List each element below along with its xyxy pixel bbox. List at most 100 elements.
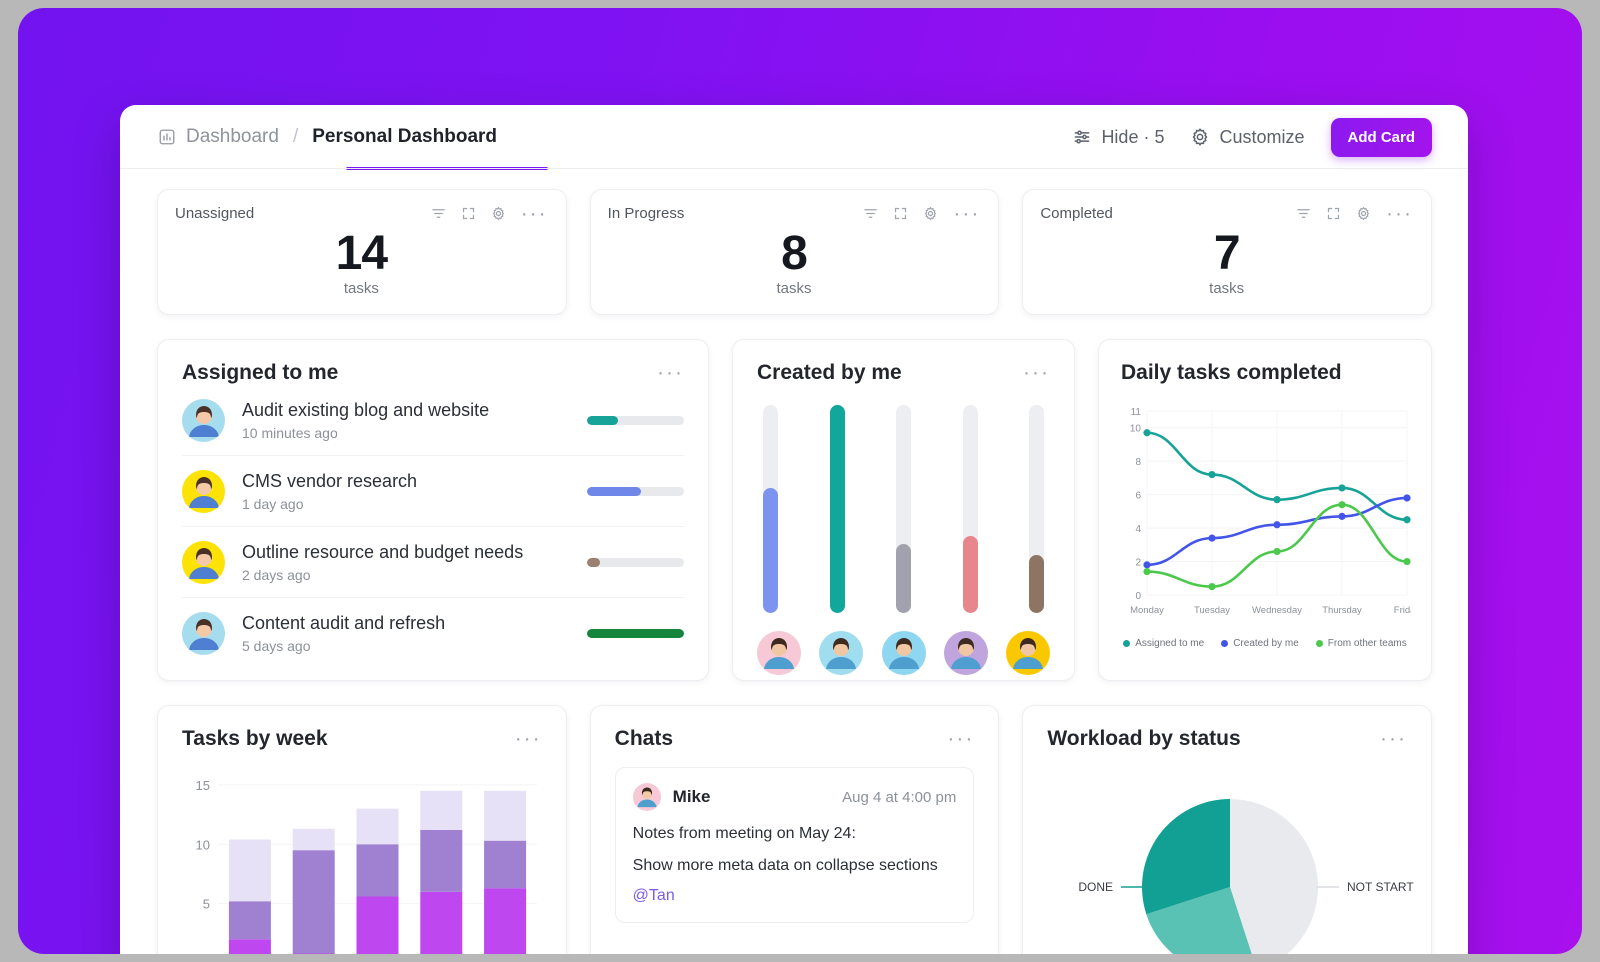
stacked-bar-segment <box>356 896 399 954</box>
avatar <box>182 612 225 655</box>
hide-button[interactable]: Hide · 5 <box>1072 127 1164 148</box>
stacked-bar-segment <box>356 844 399 897</box>
line-chart-legend: Assigned to me Created by me From other te… <box>1121 638 1409 649</box>
progress-bar <box>587 416 684 425</box>
task-row[interactable]: CMS vendor research 1 day ago <box>182 456 684 527</box>
assigned-to-me-card: Assigned to me ··· Audit existing blog a… <box>157 339 709 681</box>
task-list: Audit existing blog and website 10 minute… <box>182 385 684 668</box>
stat-unit: tasks <box>343 280 379 298</box>
chat-line-1: Notes from meeting on May 24: <box>632 825 856 842</box>
filter-icon[interactable] <box>1296 206 1311 221</box>
vertical-bar <box>896 405 911 613</box>
expand-icon[interactable] <box>461 206 476 221</box>
y-axis-tick: 10 <box>1130 424 1142 435</box>
vertical-bar <box>829 405 845 613</box>
app-header: Dashboard / Personal Dashboard Hide · 5 <box>120 105 1468 170</box>
filter-icon[interactable] <box>863 206 878 221</box>
line-chart-svg: 0 2 4 6 8 10 11 Monday Tuesday Wednesday Thursday F… <box>1130 407 1421 616</box>
filter-icon[interactable] <box>431 206 446 221</box>
task-info: Audit existing blog and website 10 minute… <box>242 400 587 441</box>
stat-value: 8 <box>781 227 808 280</box>
progress-bar <box>587 558 684 567</box>
card-header: Created by me ··· <box>757 361 1050 385</box>
task-row[interactable]: Outline resource and budget needs 2 days … <box>182 527 684 598</box>
data-point <box>1338 501 1346 509</box>
stat-value: 7 <box>1213 227 1241 280</box>
stacked-bar-segment <box>292 828 335 851</box>
task-row[interactable]: Content audit and refresh 5 days ago <box>182 598 684 668</box>
gear-icon[interactable] <box>923 206 938 221</box>
stacked-bar-segment <box>292 850 335 954</box>
data-point <box>1403 494 1411 502</box>
avatar <box>182 399 225 442</box>
card-header-actions: ··· <box>863 203 980 224</box>
avatar[interactable] <box>1006 631 1050 675</box>
avatar[interactable] <box>943 631 988 675</box>
chat-mention[interactable]: @Tan <box>633 887 957 905</box>
more-options-icon[interactable]: ··· <box>953 203 980 224</box>
page-title: Personal Dashboard <box>312 126 498 147</box>
more-options-icon[interactable]: ··· <box>1380 728 1407 749</box>
breadcrumb-separator: / <box>292 126 299 147</box>
data-point <box>1273 521 1281 529</box>
data-point <box>1208 583 1216 591</box>
stat-card-in-progress: In Progress ··· 8 tasks <box>589 189 1000 315</box>
data-point <box>1338 484 1346 492</box>
task-time: 10 minutes ago <box>242 425 338 441</box>
card-title: Assigned to me <box>182 361 339 384</box>
dashboard-content: Unassigned ··· 14 tasks In Progress ··· 8 tasks… <box>120 169 1468 954</box>
more-options-icon[interactable]: ··· <box>1386 203 1413 224</box>
data-point <box>1143 567 1151 576</box>
header-divider <box>120 168 1468 169</box>
y-axis-tick: 4 <box>1135 524 1141 535</box>
more-options-icon[interactable]: ··· <box>521 203 548 224</box>
legend-item[interactable]: Created by me <box>1221 638 1299 649</box>
stat-card-completed: Completed ··· 7 tasks <box>1022 189 1433 315</box>
data-point <box>1143 561 1151 569</box>
gear-icon[interactable] <box>1356 206 1371 221</box>
y-axis-tick: 8 <box>1135 457 1141 468</box>
avatar[interactable] <box>881 631 926 675</box>
more-options-icon[interactable]: ··· <box>515 728 542 749</box>
legend-color-dot <box>1315 640 1323 647</box>
task-row[interactable]: Audit existing blog and website 10 minute… <box>182 385 684 456</box>
gear-icon[interactable] <box>491 206 506 221</box>
legend-color-dot <box>1221 640 1229 647</box>
avatar[interactable] <box>757 631 801 675</box>
card-header-actions: ··· <box>657 362 684 383</box>
more-options-icon[interactable]: ··· <box>1023 362 1050 383</box>
card-title: Daily tasks completed <box>1121 361 1342 384</box>
stat-card-unassigned: Unassigned ··· 14 tasks <box>157 189 567 315</box>
x-axis-tick: Wednesday <box>1252 605 1302 616</box>
pie-label-not-started: NOT STARTED <box>1347 880 1414 894</box>
stacked-bar-segment <box>356 808 399 845</box>
x-axis-tick: Tuesday <box>1194 605 1230 616</box>
created-bar-chart <box>757 405 1050 613</box>
expand-icon[interactable] <box>893 206 908 221</box>
stat-title: Unassigned <box>175 205 255 222</box>
chat-message[interactable]: Mike Aug 4 at 4:00 pm Notes from meeting… <box>614 767 975 923</box>
more-options-icon[interactable]: ··· <box>947 728 974 749</box>
data-point <box>1273 547 1281 556</box>
card-header-actions: ··· <box>431 203 548 224</box>
y-axis-tick: 5 <box>203 897 210 912</box>
card-header: Chats ··· <box>615 727 975 751</box>
card-header: Daily tasks completed <box>1121 361 1409 385</box>
expand-icon[interactable] <box>1326 206 1341 221</box>
dashboard-icon <box>159 129 175 145</box>
avatar <box>182 470 225 513</box>
chat-timestamp: Aug 4 at 4:00 pm <box>842 788 957 806</box>
progress-fill <box>587 629 684 638</box>
more-options-icon[interactable]: ··· <box>657 362 684 383</box>
card-title: Chats <box>614 727 674 750</box>
avatar[interactable] <box>819 631 864 675</box>
add-card-button[interactable]: Add Card <box>1330 117 1432 157</box>
breadcrumb-root[interactable]: Dashboard <box>186 126 279 148</box>
y-axis-tick: 11 <box>1131 407 1142 418</box>
stacked-bar-segment <box>420 830 463 892</box>
stat-unit: tasks <box>776 280 812 298</box>
customize-button[interactable]: Customize <box>1190 127 1305 148</box>
legend-item[interactable]: From other teams <box>1315 638 1407 649</box>
breadcrumb: Dashboard / Personal Dashboard <box>158 126 548 170</box>
legend-item[interactable]: Assigned to me <box>1123 638 1204 649</box>
